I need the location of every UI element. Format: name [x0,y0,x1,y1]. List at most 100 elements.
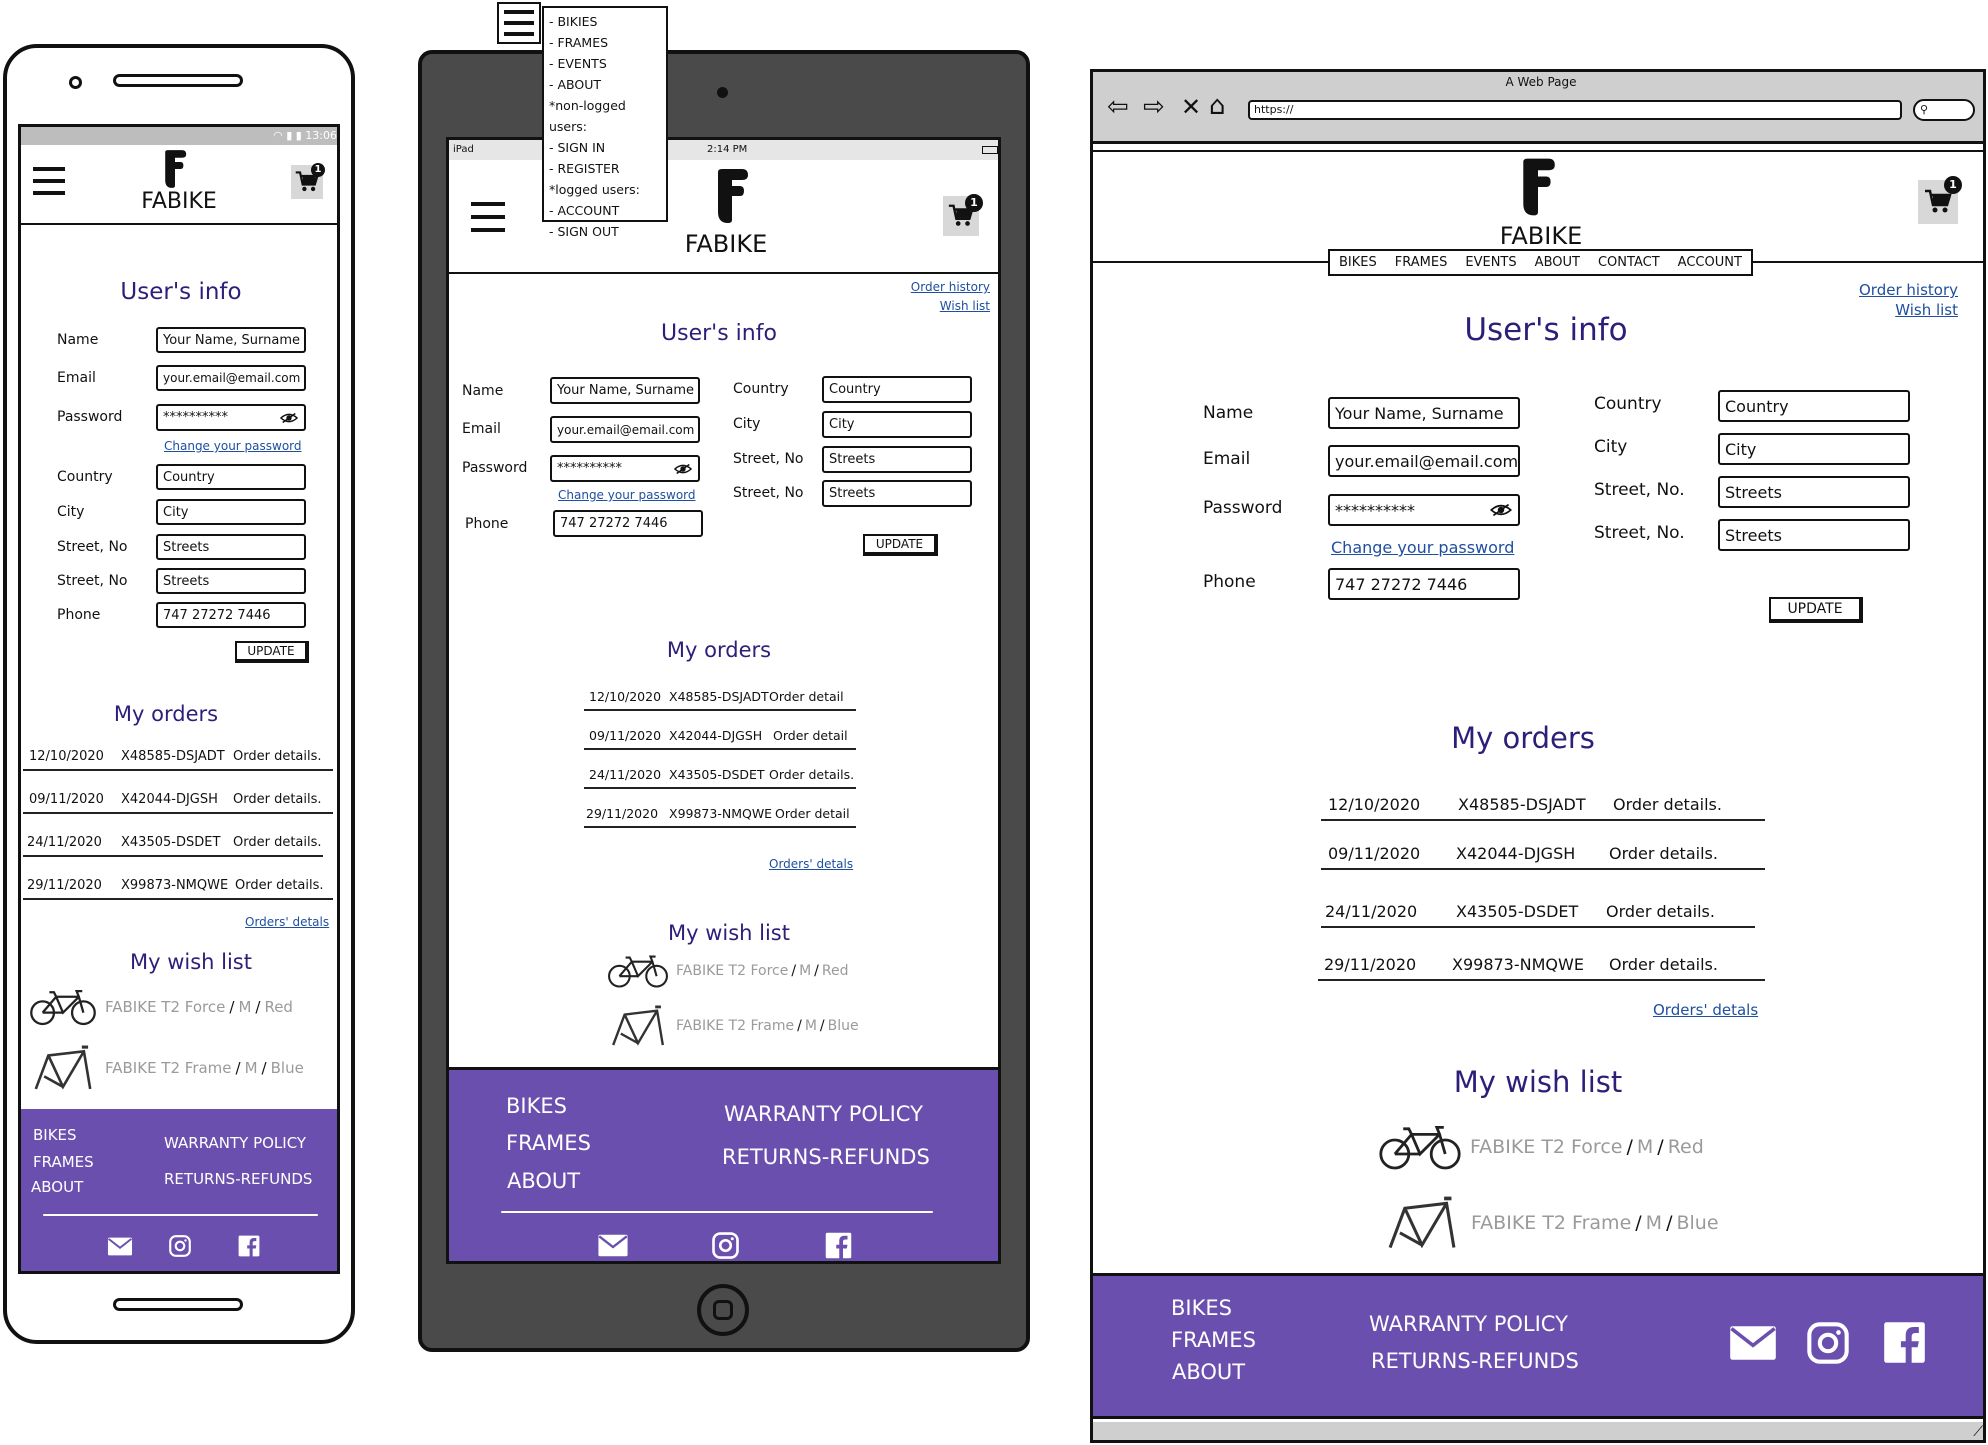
tablet-home-button[interactable] [697,1284,749,1336]
facebook-icon[interactable] [825,1232,852,1259]
order-details-link[interactable]: Order details. [769,767,854,782]
order-row[interactable]: 29/11/2020 X99873-NMQWE Order details. [23,868,333,900]
menu-item-sign-out[interactable]: - SIGN OUT [549,221,661,242]
order-row[interactable]: 24/11/2020 X43505-DSDET Order details. [584,759,856,789]
nav-item-frames[interactable]: FRAMES [1395,255,1448,270]
order-row[interactable]: 29/11/2020 X99873-NMQWE Order details. [1318,944,1765,981]
show-password-icon[interactable] [280,412,298,423]
order-details-link[interactable]: Order detail [769,689,844,704]
instagram-icon[interactable] [712,1232,739,1259]
footer-link-warranty[interactable]: WARRANTY POLICY [1369,1312,1568,1336]
wishlist-item[interactable]: FABIKE T2 Force / M / Red [29,987,293,1027]
country-input[interactable]: Country [822,376,972,403]
logo-icon[interactable] [161,149,189,189]
resize-handle-icon[interactable]: ⟋ [1973,1424,1983,1440]
hamburger-icon[interactable] [471,202,505,234]
wishlist-item[interactable]: FABIKE T2 Force / M / Red [607,953,848,989]
order-row[interactable]: 12/10/2020 X48585-DSJADT Order details. [23,739,333,771]
forward-icon[interactable]: ⇨ [1143,94,1165,120]
order-details-link[interactable]: Order detail [773,728,848,743]
show-password-icon[interactable] [674,463,692,474]
country-input[interactable]: Country [1718,390,1910,422]
street-input[interactable]: Streets [1718,476,1910,508]
order-history-link[interactable]: Order history [1859,281,1958,299]
order-details-link[interactable]: Order details. [233,792,322,807]
street-input-2[interactable]: Streets [822,480,972,507]
home-icon[interactable]: ⌂ [1209,92,1226,120]
logo-icon[interactable] [1517,156,1559,218]
city-input[interactable]: City [156,499,306,525]
street-input-2[interactable]: Streets [156,568,306,594]
footer-link-bikes[interactable]: BIKES [1171,1296,1232,1320]
street-input[interactable]: Streets [822,446,972,473]
update-button[interactable]: UPDATE [235,641,309,663]
email-input[interactable]: your.email@email.com [1328,445,1520,477]
email-input[interactable]: your.email@email.com [550,416,700,443]
password-input[interactable]: ********** [550,455,700,482]
order-row[interactable]: 09/11/2020 X42044-DJGSH Order details. [1321,833,1765,870]
back-icon[interactable]: ⇦ [1107,94,1129,120]
menu-item-events[interactable]: - EVENTS [549,53,661,74]
facebook-icon[interactable] [1883,1321,1926,1364]
instagram-icon[interactable] [169,1235,191,1257]
show-password-icon[interactable] [1490,504,1512,517]
email-input[interactable]: your.email@email.com [156,365,306,391]
nav-item-bikes[interactable]: BIKES [1339,255,1377,270]
facebook-icon[interactable] [238,1235,260,1257]
search-box[interactable]: ⚲ [1913,99,1975,121]
order-row[interactable]: 12/10/2020 X48585-DSJADT Order detail [584,681,856,711]
mail-icon[interactable] [107,1237,133,1256]
wishlist-item[interactable]: FABIKE T2 Frame / M / Blue [1383,1196,1719,1250]
footer-link-about[interactable]: ABOUT [507,1169,580,1193]
order-details-link[interactable]: Order details. [1606,902,1715,921]
wishlist-item[interactable]: FABIKE T2 Force / M / Red [1378,1123,1704,1171]
menu-item-account[interactable]: - ACCOUNT [549,200,661,221]
nav-item-about[interactable]: ABOUT [1535,255,1580,270]
order-row[interactable]: 24/11/2020 X43505-DSDET Order details. [1321,891,1755,928]
change-password-link[interactable]: Change your password [1331,538,1514,557]
footer-link-returns[interactable]: RETURNS-REFUNDS [722,1145,930,1169]
mail-icon[interactable] [1729,1325,1777,1361]
menu-item-register[interactable]: - REGISTER [549,158,661,179]
footer-link-frames[interactable]: FRAMES [506,1131,591,1155]
footer-link-warranty[interactable]: WARRANTY POLICY [164,1134,306,1152]
phone-input[interactable]: 747 27272 7446 [1328,568,1520,600]
wish-list-link[interactable]: Wish list [940,299,990,313]
cart-button[interactable]: 1 [943,194,983,236]
cart-button[interactable]: 1 [1918,176,1962,224]
menu-item-bikies[interactable]: - BIKIES [549,11,661,32]
change-password-link[interactable]: Change your password [164,439,302,453]
menu-item-about[interactable]: - ABOUT [549,74,661,95]
order-details-link[interactable]: Order details. [1613,795,1722,814]
order-row[interactable]: 24/11/2020 X43505-DSDET Order details. [23,825,323,857]
order-details-link[interactable]: Order details. [235,878,324,893]
order-row[interactable]: 09/11/2020 X42044-DJGSH Order detail [584,720,856,750]
street-input-2[interactable]: Streets [1718,519,1910,551]
update-button[interactable]: UPDATE [1769,597,1863,623]
nav-item-account[interactable]: ACCOUNT [1678,255,1742,270]
menu-item-sign-in[interactable]: - SIGN IN [549,137,661,158]
password-input[interactable]: ********** [1328,494,1520,526]
change-password-link[interactable]: Change your password [558,488,696,502]
nav-item-contact[interactable]: CONTACT [1598,255,1660,270]
nav-item-events[interactable]: EVENTS [1465,255,1516,270]
logo-icon[interactable] [712,168,752,224]
cart-button[interactable]: 1 [291,163,325,199]
orders-details-link[interactable]: Orders' detals [1653,1001,1758,1019]
order-history-link[interactable]: Order history [911,280,990,294]
city-input[interactable]: City [1718,433,1910,465]
close-icon[interactable]: ✕ [1181,94,1201,120]
footer-link-returns[interactable]: RETURNS-REFUNDS [164,1170,312,1188]
footer-link-returns[interactable]: RETURNS-REFUNDS [1371,1349,1579,1373]
name-input[interactable]: Your Name, Surname [156,327,306,353]
city-input[interactable]: City [822,411,972,438]
phone-input[interactable]: 747 27272 7446 [553,510,703,537]
name-input[interactable]: Your Name, Surname [1328,397,1520,429]
order-row[interactable]: 29/11/2020 X99873-NMQWE Order detail [584,798,856,828]
hamburger-button-open[interactable] [497,2,541,44]
wish-list-link[interactable]: Wish list [1895,301,1958,319]
footer-link-about[interactable]: ABOUT [31,1178,83,1196]
update-button[interactable]: UPDATE [863,534,938,556]
country-input[interactable]: Country [156,464,306,490]
footer-link-frames[interactable]: FRAMES [33,1153,94,1171]
